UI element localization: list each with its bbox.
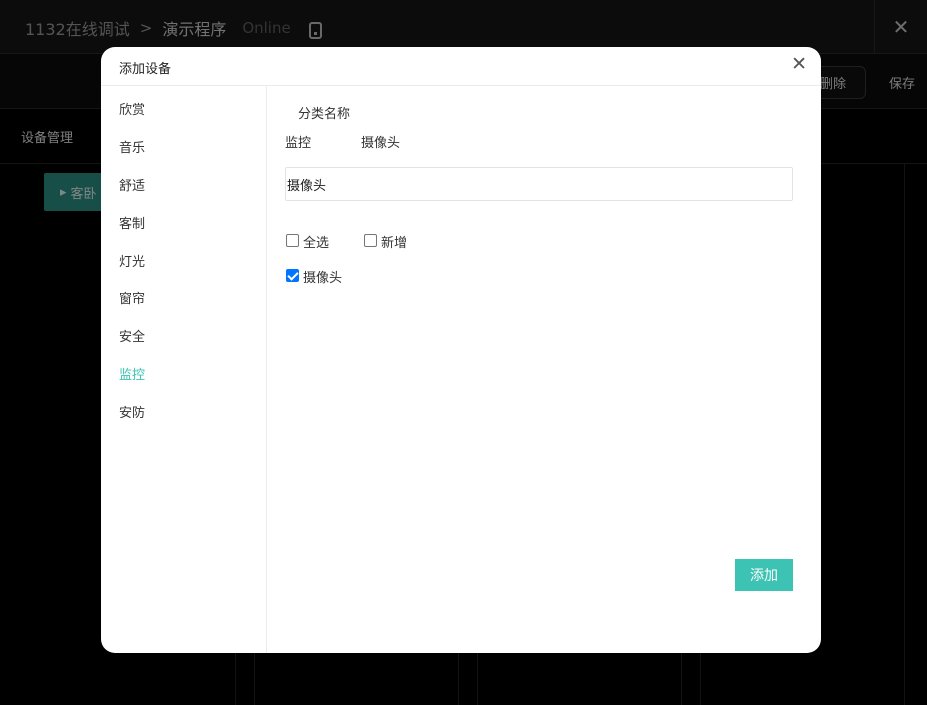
category-child: 摄像头 <box>361 136 401 151</box>
device-checkbox-camera[interactable]: 摄像头 <box>286 267 342 286</box>
sidebar-item-safety[interactable]: 安全 <box>119 326 145 345</box>
sidebar-item-appreciate[interactable]: 欣赏 <box>119 99 145 118</box>
sidebar-item-music[interactable]: 音乐 <box>119 137 145 156</box>
select-all-checkbox[interactable]: 全选 <box>286 232 329 251</box>
category-parent: 监控 <box>285 136 312 151</box>
category-sidebar: 欣赏 音乐 舒适 客制 灯光 窗帘 安全 监控 安防 <box>101 86 267 653</box>
close-icon[interactable]: ✕ <box>791 55 807 74</box>
dialog-header: 添加设备 ✕ <box>101 47 821 86</box>
add-device-dialog: 添加设备 ✕ 欣赏 音乐 舒适 客制 灯光 窗帘 安全 监控 安防 分类名称 监… <box>101 47 821 653</box>
device-name-input[interactable] <box>285 167 793 201</box>
sidebar-item-custom[interactable]: 客制 <box>119 213 145 232</box>
sidebar-item-security[interactable]: 安防 <box>119 402 145 421</box>
sidebar-item-curtain[interactable]: 窗帘 <box>119 288 145 307</box>
dialog-content: 分类名称 监控 摄像头 全选 新增 摄像头 添加 <box>267 86 821 653</box>
checkbox-box[interactable] <box>364 234 377 247</box>
add-new-label: 新增 <box>381 236 408 251</box>
dialog-title: 添加设备 <box>119 62 172 77</box>
sidebar-item-comfort[interactable]: 舒适 <box>119 175 145 194</box>
select-all-label: 全选 <box>303 236 330 251</box>
device-label: 摄像头 <box>303 271 343 286</box>
add-button[interactable]: 添加 <box>735 559 793 591</box>
add-new-checkbox[interactable]: 新增 <box>364 232 407 251</box>
checkbox-checked[interactable] <box>286 269 299 282</box>
sidebar-item-lighting[interactable]: 灯光 <box>119 251 145 270</box>
sidebar-item-monitoring[interactable]: 监控 <box>119 364 145 383</box>
category-name-label: 分类名称 <box>298 107 351 122</box>
checkbox-box[interactable] <box>286 234 299 247</box>
